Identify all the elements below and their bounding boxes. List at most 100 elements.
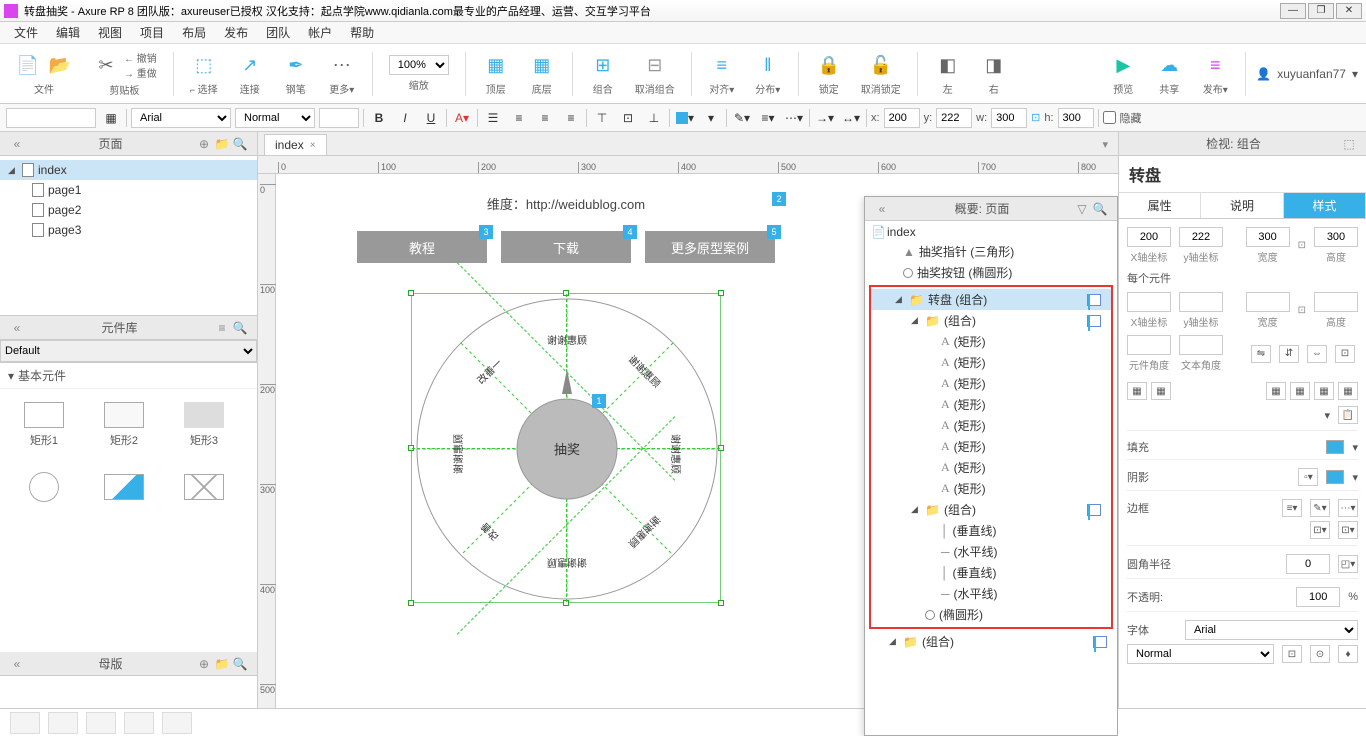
outline-root[interactable]: 📄index	[865, 223, 1117, 241]
tool-zoom[interactable]: 100%缩放	[383, 53, 455, 94]
btn-download[interactable]: 下载4	[501, 231, 631, 263]
note-badge-4[interactable]: 4	[623, 225, 637, 239]
outline-item[interactable]: A(矩形)	[871, 457, 1111, 478]
corner-sides-btn[interactable]: ◰▾	[1338, 555, 1358, 573]
outline-item[interactable]: (椭圆形)	[871, 604, 1111, 625]
expand-icon[interactable]: ⬚	[1340, 137, 1358, 151]
widget-name-input[interactable]	[6, 108, 96, 128]
h-input[interactable]	[1058, 108, 1094, 128]
corner-input[interactable]	[1286, 554, 1330, 574]
fill-color-btn[interactable]: ▾	[674, 108, 696, 128]
arrow2-btn[interactable]: ↔▾	[840, 108, 862, 128]
note-badge-5[interactable]: 5	[767, 225, 781, 239]
taskbar-item[interactable]	[162, 712, 192, 734]
add-folder-icon[interactable]: 📁	[213, 657, 231, 671]
border-style-btn[interactable]: ⋯▾	[1338, 499, 1358, 517]
autosize-btn[interactable]: ⇔	[1307, 345, 1327, 363]
note-badge-1[interactable]: 1	[592, 394, 606, 408]
tool-pen[interactable]: ✒钢笔	[276, 49, 316, 98]
italic-btn[interactable]: I	[394, 108, 416, 128]
each-h[interactable]	[1314, 292, 1358, 312]
widget-angle[interactable]	[1127, 335, 1171, 355]
widget-rect3[interactable]: 矩形3	[166, 395, 242, 455]
align-center-btn[interactable]: ≡	[534, 108, 556, 128]
widget-image[interactable]	[86, 459, 162, 519]
add-page-icon[interactable]: ⊕	[195, 137, 213, 151]
fill-btn[interactable]: ▦	[100, 108, 122, 128]
collapse-icon[interactable]: «	[873, 202, 891, 216]
outline-item[interactable]: A(矩形)	[871, 394, 1111, 415]
page-item-page1[interactable]: page1	[0, 180, 257, 200]
menu-edit[interactable]: 编辑	[48, 22, 88, 43]
collapse-icon[interactable]: «	[8, 657, 26, 671]
search-icon[interactable]: 🔍	[231, 321, 249, 335]
align-left-btn[interactable]: ≡	[508, 108, 530, 128]
search-icon[interactable]: 🔍	[1091, 202, 1109, 216]
valign-bot-btn[interactable]: ⊥	[643, 108, 665, 128]
insp-y[interactable]	[1179, 227, 1223, 247]
tool-distribute[interactable]: ‖分布▾	[748, 49, 788, 98]
insp-x[interactable]	[1127, 227, 1171, 247]
tool-left[interactable]: ◧左	[928, 49, 968, 98]
menu-help[interactable]: 帮助	[342, 22, 382, 43]
note-badge-2[interactable]: 2	[772, 192, 786, 206]
tool-top[interactable]: ▦顶层	[476, 49, 516, 98]
taskbar-item[interactable]	[10, 712, 40, 734]
wheel-selection[interactable]: 抽奖 谢谢惠顾 谢谢惠顾 谢谢惠顾 谢谢惠顾 谢谢惠顾 改善 谢谢惠顾 改善一	[411, 293, 721, 603]
tool-connect[interactable]: ↗连接	[230, 49, 270, 98]
tool-unlock[interactable]: 🔓取消锁定	[855, 49, 907, 98]
outline-item[interactable]: A(矩形)	[871, 478, 1111, 499]
menu-view[interactable]: 视图	[90, 22, 130, 43]
line-color-btn[interactable]: ✎▾	[731, 108, 753, 128]
menu-layout[interactable]: 布局	[174, 22, 214, 43]
text-angle[interactable]	[1179, 335, 1223, 355]
taskbar-item[interactable]	[86, 712, 116, 734]
add-master-icon[interactable]: ⊕	[195, 657, 213, 671]
flip-v-btn[interactable]: ⇵	[1279, 345, 1299, 363]
widget-ellipse[interactable]	[6, 459, 82, 519]
page-item-index[interactable]: ◢index	[0, 160, 257, 180]
widget-rect2[interactable]: 矩形2	[86, 395, 162, 455]
x-input[interactable]	[884, 108, 920, 128]
arrow-btn[interactable]: →▾	[814, 108, 836, 128]
line-style-btn[interactable]: ⋯▾	[783, 108, 805, 128]
filter-icon[interactable]: ▽	[1073, 202, 1091, 216]
valign-top-btn[interactable]: ⊤	[591, 108, 613, 128]
outline-item[interactable]: A(矩形)	[871, 436, 1111, 457]
outline-item[interactable]: ▲抽奖指针 (三角形)	[865, 241, 1117, 262]
outline-item[interactable]: ─(水平线)	[871, 541, 1111, 562]
insp-font-select[interactable]: Arial	[1185, 620, 1358, 640]
tool-ungroup[interactable]: ⊟取消组合	[629, 49, 681, 98]
tab-style[interactable]: 样式	[1284, 193, 1366, 218]
maximize-button[interactable]: ❐	[1308, 3, 1334, 19]
taskbar-item[interactable]	[48, 712, 78, 734]
tab-index[interactable]: index×	[264, 134, 327, 155]
copy-style-btn[interactable]: 📋	[1338, 406, 1358, 424]
border-color-btn[interactable]: ✎▾	[1310, 499, 1330, 517]
outline-item[interactable]: ◢📁(组合)	[871, 310, 1111, 331]
minimize-button[interactable]: —	[1280, 3, 1306, 19]
tool-more[interactable]: ⋯更多▾	[322, 49, 362, 98]
outline-item[interactable]: │(垂直线)	[871, 520, 1111, 541]
search-icon[interactable]: 🔍	[231, 657, 249, 671]
widget-rect1[interactable]: 矩形1	[6, 395, 82, 455]
line-width-btn[interactable]: ≡▾	[757, 108, 779, 128]
tool-select[interactable]: ⬚⌐ 选择	[184, 49, 224, 98]
btn-more-cases[interactable]: 更多原型案例5	[645, 231, 775, 263]
outline-item[interactable]: ─(水平线)	[871, 583, 1111, 604]
close-button[interactable]: ✕	[1336, 3, 1362, 19]
page-item-page3[interactable]: page3	[0, 220, 257, 240]
tool-file[interactable]: 📄📂文件	[8, 49, 80, 98]
align-right-btn[interactable]: ≡	[560, 108, 582, 128]
opacity-input[interactable]	[1296, 587, 1340, 607]
page-item-page2[interactable]: page2	[0, 200, 257, 220]
widget-placeholder[interactable]	[166, 459, 242, 519]
library-select[interactable]: Default	[0, 340, 257, 362]
tool-lock[interactable]: 🔒锁定	[809, 49, 849, 98]
outline-item[interactable]: ◢📁转盘 (组合)	[871, 289, 1111, 310]
tab-props[interactable]: 属性	[1119, 193, 1201, 218]
menu-team[interactable]: 团队	[258, 22, 298, 43]
each-y[interactable]	[1179, 292, 1223, 312]
font-select[interactable]: Arial	[131, 108, 231, 128]
y-input[interactable]	[936, 108, 972, 128]
